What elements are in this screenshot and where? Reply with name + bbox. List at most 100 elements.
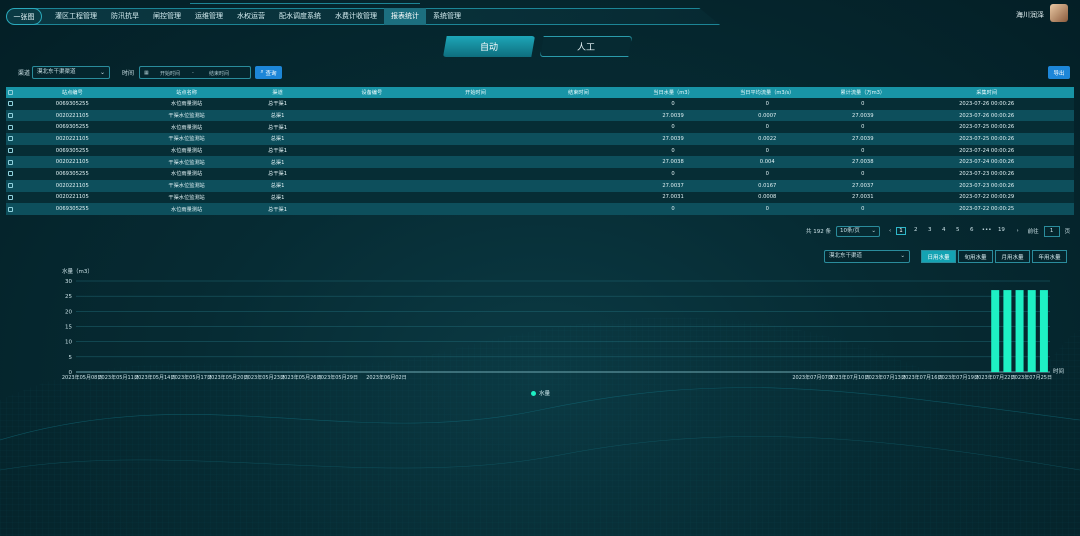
row-checkbox[interactable]: [6, 206, 15, 212]
table-row[interactable]: 0069305255 水位雨量测站 总干渠1 0 0 0 2023-07-22 00:00:…: [6, 203, 1074, 215]
table-cell: 0020221105: [55, 182, 89, 189]
chart-legend[interactable]: 水量: [531, 389, 550, 397]
table-cell: 2023-07-26 00:00:26: [959, 112, 1015, 119]
bar: [1039, 290, 1048, 372]
x-tick-label: 2023年05月29日: [318, 374, 358, 381]
page-size-select[interactable]: 10条/页 ⌄: [836, 225, 880, 237]
page-number[interactable]: 4: [940, 227, 948, 235]
column-header: 设备编号: [361, 90, 383, 96]
row-checkbox[interactable]: [6, 113, 15, 119]
table-cell: 0: [671, 147, 675, 154]
table-cell: 2023-07-23 00:00:26: [959, 170, 1015, 177]
x-tick-label: 2023年07月25日: [1012, 374, 1052, 381]
nav-item[interactable]: 灌区工程管理: [48, 8, 104, 25]
select-all-checkbox[interactable]: [6, 90, 15, 95]
page-number[interactable]: 6: [968, 227, 976, 235]
x-axis-label: 时间: [1053, 367, 1064, 375]
row-checkbox[interactable]: [6, 194, 15, 200]
table-row[interactable]: 0020221105 干渠水位监测站 总渠1 27.0039 0.0022 27.0039…: [6, 133, 1074, 145]
table-cell: 0: [861, 170, 865, 177]
table-row[interactable]: 0069305255 水位雨量测站 总干渠1 0 0 0 2023-07-25 00:00:…: [6, 121, 1074, 134]
table-cell: 总干渠1: [268, 124, 287, 131]
table-cell: 27.0037: [662, 182, 684, 189]
table-row[interactable]: 0020221105 干渠水位监测站 总渠1 27.0031 0.0008 27.0031…: [6, 191, 1074, 204]
column-header: 渠道: [272, 90, 283, 96]
table-cell: 0.0167: [758, 182, 777, 189]
table-cell: 0.0022: [758, 135, 777, 142]
y-tick-label: 15: [65, 325, 72, 331]
page-number[interactable]: 5: [954, 227, 962, 235]
x-tick-label: 2023年07月16日: [902, 374, 942, 381]
end-date-input[interactable]: 结束时间: [209, 70, 229, 77]
table-cell: 0: [861, 206, 865, 213]
nav-item[interactable]: 水权运营: [230, 8, 272, 25]
table-row[interactable]: 0020221105 干渠水位监测站 总渠1 27.0038 0.004 27.0038 2…: [6, 156, 1074, 169]
table-cell: 27.0031: [852, 194, 874, 201]
table-row[interactable]: 0069305255 水位雨量测站 总干渠1 0 0 0 2023-07-24 00:00:…: [6, 144, 1074, 157]
page-number[interactable]: •••: [982, 227, 992, 235]
data-table: 站点编号 站点名称 渠道 设备编号 开始时间 结束时间 当日水量（m3） 当日平…: [6, 87, 1074, 215]
row-checkbox[interactable]: [6, 183, 15, 189]
channel-select[interactable]: 漠北东干渠渠道 ⌄: [32, 66, 110, 79]
table-row[interactable]: 0069305255 水位雨量测站 总干渠1 0 0 0 2023-07-23 00:00:…: [6, 168, 1074, 180]
table-cell: 2023-07-24 00:00:26: [959, 147, 1015, 154]
row-checkbox[interactable]: [6, 101, 15, 107]
table-cell: 2023-07-24 00:00:26: [959, 159, 1015, 166]
tab-auto[interactable]: 自动: [443, 36, 535, 57]
table-cell: 总干渠1: [268, 101, 287, 108]
tab-manual[interactable]: 人工: [540, 36, 632, 57]
nav-item[interactable]: 闸控管理: [146, 8, 188, 25]
page-numbers: 1 2 3 4 5 6 ••• 19: [896, 227, 1011, 235]
table-cell: 0: [765, 100, 769, 107]
chart-channel-value: 漠北东干渠道: [829, 253, 863, 259]
page-number[interactable]: 1: [896, 227, 906, 235]
page-number[interactable]: 2: [912, 227, 920, 235]
table-cell: 0069305255: [55, 206, 89, 213]
avatar[interactable]: [1050, 4, 1068, 22]
row-checkbox[interactable]: [6, 124, 15, 130]
page-number[interactable]: 3: [926, 227, 934, 235]
nav-item[interactable]: 水费计收管理: [328, 8, 384, 25]
channel-label: 渠道: [18, 70, 31, 77]
nav-item[interactable]: 配水调度系统: [272, 8, 328, 25]
row-checkbox[interactable]: [6, 136, 15, 142]
nav-home-button[interactable]: 一张图: [6, 8, 42, 25]
goto-page-input[interactable]: 1: [1043, 225, 1060, 237]
table-cell: 27.0038: [662, 159, 684, 166]
date-range-picker[interactable]: ▦ 开始时间 - 结束时间: [139, 66, 251, 79]
table-cell: 27.0039: [852, 112, 874, 119]
column-header: 站点编号: [61, 90, 83, 96]
x-tick-label: 2023年07月13日: [865, 374, 905, 381]
export-button[interactable]: 导出: [1048, 66, 1070, 79]
start-date-input[interactable]: 开始时间: [160, 70, 180, 77]
table-cell: 0: [765, 147, 769, 154]
table-row[interactable]: 0069305255 水位雨量测站 总干渠1 0 0 0 2023-07-26 00:00:…: [6, 98, 1074, 110]
nav-item[interactable]: 防汛抗旱: [104, 8, 146, 25]
prev-page-button[interactable]: ‹: [889, 228, 891, 234]
nav-item[interactable]: 运维管理: [188, 8, 230, 25]
table-cell: 水位雨量测站: [171, 101, 203, 108]
bar: [1015, 290, 1024, 372]
page-number[interactable]: 19: [997, 227, 1005, 235]
table-header-row: 站点编号 站点名称 渠道 设备编号 开始时间 结束时间 当日水量（m3） 当日平…: [6, 87, 1074, 98]
table-cell: 0.0007: [758, 112, 777, 119]
table-cell: 水位雨量测站: [171, 171, 203, 178]
x-tick-label: 2023年05月17日: [171, 374, 211, 381]
nav-item[interactable]: 报表统计: [384, 8, 426, 25]
row-checkbox[interactable]: [6, 159, 15, 165]
row-checkbox[interactable]: [6, 171, 15, 177]
query-button[interactable]: ⌕ 查询: [255, 66, 282, 79]
row-checkbox[interactable]: [6, 148, 15, 154]
nav-item[interactable]: 系统管理: [426, 8, 468, 25]
user-name[interactable]: 海川润泽: [1016, 10, 1044, 20]
table-cell: 总渠1: [270, 194, 285, 201]
next-page-button[interactable]: ›: [1016, 228, 1018, 234]
table-cell: 水位雨量测站: [171, 206, 203, 213]
x-tick-label: 2023年07月07日: [792, 374, 832, 381]
table-row[interactable]: 0020221105 干渠水位监测站 总渠1 27.0037 0.0167 27.0037…: [6, 179, 1074, 192]
column-header: 当日水量（m3）: [653, 90, 693, 96]
table-row[interactable]: 0020221105 干渠水位监测站 总渠1 27.0039 0.0007 27.0039…: [6, 109, 1074, 122]
table-cell: 0: [765, 170, 769, 177]
total-count: 共 192 条: [806, 229, 831, 235]
table-cell: 0: [861, 100, 865, 107]
